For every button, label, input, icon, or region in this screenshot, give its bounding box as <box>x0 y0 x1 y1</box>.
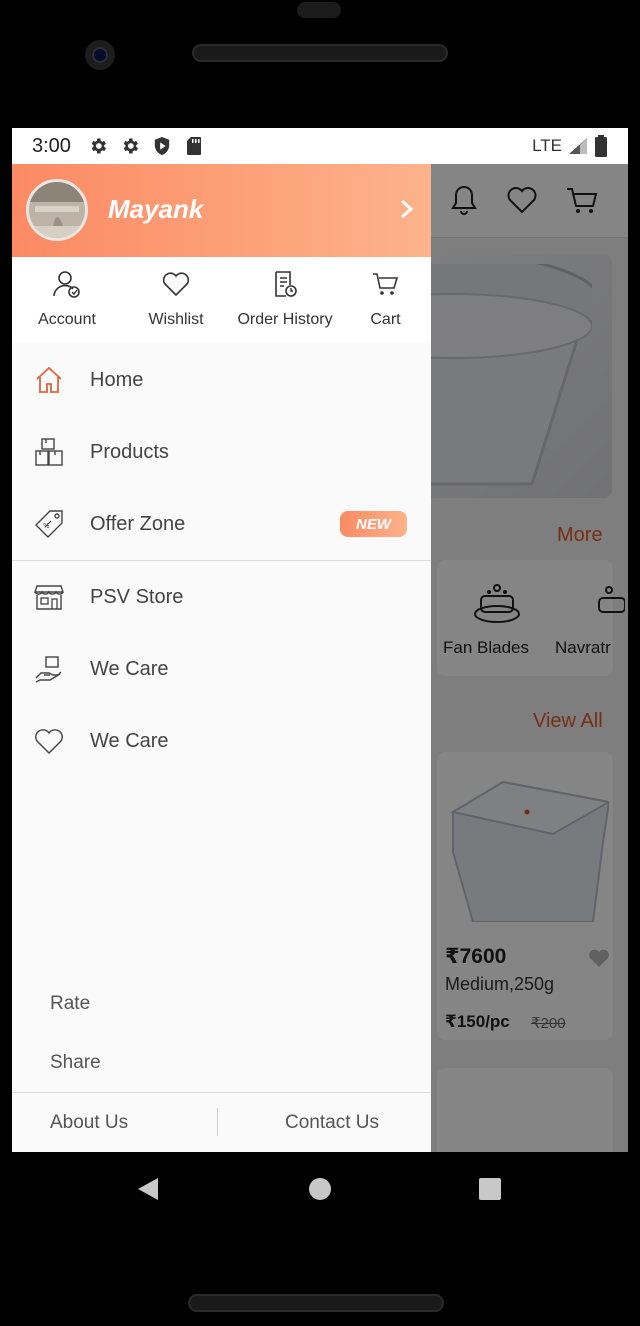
user-icon <box>53 271 80 298</box>
gear-icon <box>119 135 141 157</box>
boxes-icon <box>35 438 63 466</box>
drawer-footer: About Us Contact Us <box>12 1092 431 1152</box>
menu-item-psv-store[interactable]: PSV Store <box>12 561 431 633</box>
cart-button[interactable]: Cart <box>340 257 431 343</box>
status-bar: 3:00 LTE <box>12 128 628 164</box>
quick-action-label: Order History <box>237 311 333 328</box>
battery-icon <box>595 135 607 157</box>
menu-label: PSV Store <box>90 585 184 608</box>
network-type: LTE <box>532 136 562 155</box>
about-us-link[interactable]: About Us <box>50 1112 128 1134</box>
order-history-button[interactable]: Order History <box>230 257 340 343</box>
signal-icon <box>569 138 587 154</box>
recents-icon[interactable] <box>475 1174 505 1204</box>
home-button-icon[interactable] <box>305 1174 335 1204</box>
cart-icon <box>372 273 398 295</box>
store-icon <box>34 585 64 610</box>
front-camera <box>85 40 115 70</box>
menu-label: Offer Zone <box>90 512 186 535</box>
gear-icon <box>87 135 109 157</box>
menu-label: Products <box>90 440 169 463</box>
quick-action-label: Account <box>38 311 96 328</box>
menu-item-products[interactable]: Products <box>12 416 431 488</box>
footer-separator <box>217 1108 218 1136</box>
account-button[interactable]: Account <box>12 257 122 343</box>
quick-actions: Account Wishlist Order History Cart <box>12 257 431 343</box>
menu-item-we-care[interactable]: We Care <box>12 633 431 705</box>
bottom-speaker <box>188 1294 444 1312</box>
system-navigation-bar <box>0 1152 640 1228</box>
avatar-photo <box>29 182 85 238</box>
menu-item-home[interactable]: Home <box>12 344 431 416</box>
earpiece-speaker <box>192 44 448 62</box>
share-link[interactable]: Share <box>50 1052 101 1074</box>
new-badge: NEW <box>340 511 407 537</box>
hand-care-icon <box>35 656 62 683</box>
screen: 3:00 LTE More Fan Blades Navratr View Al… <box>12 128 628 1152</box>
sd-card-icon <box>183 135 205 157</box>
back-icon[interactable] <box>134 1174 164 1204</box>
receipt-icon <box>275 271 297 297</box>
heart-icon <box>162 272 190 297</box>
menu-label: We Care <box>90 657 169 680</box>
rate-link[interactable]: Rate <box>50 993 90 1015</box>
menu-label: We Care <box>90 729 169 752</box>
menu-item-we-care[interactable]: We Care <box>12 705 431 777</box>
quick-action-label: Wishlist <box>148 311 204 328</box>
drawer-header[interactable]: Mayank <box>12 164 431 257</box>
heart-icon <box>35 729 63 754</box>
shield-icon <box>151 135 173 157</box>
navigation-drawer: Mayank Account Wishlist Order History Ca… <box>12 164 431 1152</box>
svg-text:%: % <box>43 522 50 530</box>
menu-item-offer-zone[interactable]: % Offer Zone NEW <box>12 488 431 560</box>
status-time: 3:00 <box>32 134 71 157</box>
top-sensor <box>297 2 341 18</box>
phone-frame: 3:00 LTE More Fan Blades Navratr View Al… <box>0 0 640 1326</box>
user-name: Mayank <box>108 194 204 224</box>
tag-icon: % <box>35 510 63 538</box>
wishlist-button[interactable]: Wishlist <box>122 257 230 343</box>
contact-us-link[interactable]: Contact Us <box>285 1112 379 1134</box>
chevron-right-icon[interactable] <box>398 196 416 222</box>
avatar[interactable] <box>26 179 88 241</box>
home-icon <box>36 366 62 393</box>
menu-label: Home <box>90 368 144 391</box>
quick-action-label: Cart <box>370 311 401 328</box>
status-right: LTE <box>532 135 608 157</box>
